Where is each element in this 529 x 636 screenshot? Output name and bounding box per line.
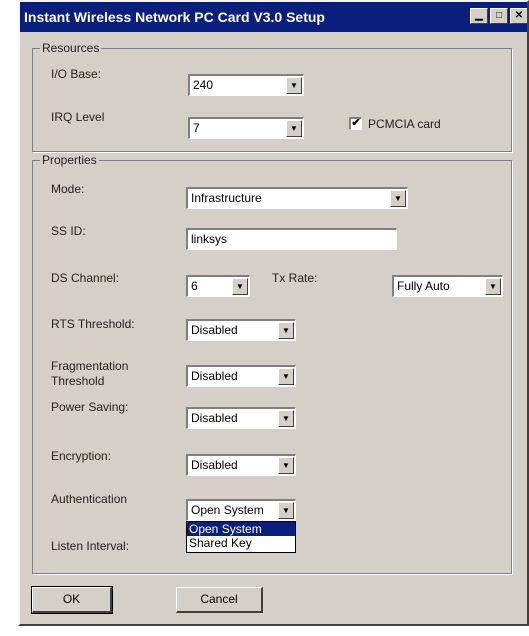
- close-icon: ✕: [514, 10, 524, 21]
- ds-channel-value: 6: [191, 279, 198, 293]
- pcmcia-label: PCMCIA card: [368, 117, 441, 131]
- mode-label: Mode:: [51, 182, 85, 196]
- maximize-icon: □: [495, 10, 503, 21]
- setup-window: Instant Wireless Network PC Card V3.0 Se…: [18, 0, 529, 626]
- authentication-dropdown-list: Open System Shared Key: [186, 521, 296, 553]
- rts-threshold-label: RTS Threshold:: [51, 317, 135, 331]
- maximize-button[interactable]: □: [490, 8, 508, 24]
- chevron-down-icon[interactable]: ▼: [286, 120, 302, 137]
- chevron-down-icon[interactable]: ▼: [232, 278, 248, 295]
- power-saving-label: Power Saving:: [51, 400, 129, 414]
- authentication-option-shared-key[interactable]: Shared Key: [187, 536, 295, 550]
- irq-level-select[interactable]: 7 ▼: [188, 117, 304, 139]
- minimize-button[interactable]: ▁: [470, 8, 488, 24]
- mode-value: Infrastructure: [191, 191, 262, 205]
- chevron-down-icon[interactable]: ▼: [278, 410, 294, 427]
- encryption-select[interactable]: Disabled ▼: [186, 454, 296, 476]
- chevron-down-icon[interactable]: ▼: [278, 368, 294, 385]
- io-base-label: I/O Base:: [51, 67, 102, 81]
- title-bar[interactable]: Instant Wireless Network PC Card V3.0 Se…: [20, 2, 527, 32]
- chevron-down-icon[interactable]: ▼: [278, 502, 294, 519]
- fragmentation-value: Disabled: [191, 369, 238, 383]
- power-saving-select[interactable]: Disabled ▼: [186, 407, 296, 429]
- fragmentation-label-line2: Threshold: [51, 374, 105, 388]
- power-saving-value: Disabled: [191, 411, 238, 425]
- io-base-value: 240: [193, 78, 214, 92]
- fragmentation-label-line1: Fragmentation: [51, 359, 129, 373]
- resources-group-label: Resources: [40, 41, 102, 55]
- chevron-down-icon[interactable]: ▼: [278, 457, 294, 474]
- ok-button[interactable]: OK: [31, 586, 113, 614]
- authentication-value: Open System: [191, 503, 264, 517]
- rts-threshold-value: Disabled: [191, 323, 238, 337]
- tx-rate-value: Fully Auto: [397, 279, 450, 293]
- authentication-label: Authentication: [51, 492, 128, 506]
- tx-rate-label: Tx Rate:: [272, 271, 318, 285]
- ds-channel-label: DS Channel:: [51, 271, 120, 285]
- ssid-label: SS ID:: [51, 224, 86, 238]
- chevron-down-icon[interactable]: ▼: [278, 322, 294, 339]
- chevron-down-icon[interactable]: ▼: [286, 77, 302, 94]
- authentication-option-open-system[interactable]: Open System: [187, 522, 295, 536]
- listen-interval-label: Listen Interval:: [51, 539, 130, 553]
- irq-level-value: 7: [193, 121, 200, 135]
- close-button[interactable]: ✕: [510, 8, 527, 24]
- authentication-select[interactable]: Open System ▼: [186, 499, 296, 521]
- minimize-icon: ▁: [475, 10, 483, 21]
- encryption-label: Encryption:: [51, 449, 112, 463]
- properties-group-label: Properties: [40, 153, 99, 167]
- tx-rate-select[interactable]: Fully Auto ▼: [392, 275, 503, 297]
- fragmentation-select[interactable]: Disabled ▼: [186, 365, 296, 387]
- window-title: Instant Wireless Network PC Card V3.0 Se…: [24, 9, 325, 25]
- encryption-value: Disabled: [191, 458, 238, 472]
- irq-level-label: IRQ Level: [51, 110, 105, 124]
- chevron-down-icon[interactable]: ▼: [390, 190, 406, 207]
- cancel-button[interactable]: Cancel: [176, 587, 263, 613]
- checkmark-icon: ✔: [351, 117, 361, 129]
- io-base-select[interactable]: 240 ▼: [188, 74, 304, 96]
- mode-select[interactable]: Infrastructure ▼: [186, 187, 408, 209]
- pcmcia-checkbox[interactable]: ✔: [349, 117, 362, 130]
- ds-channel-select[interactable]: 6 ▼: [186, 275, 250, 297]
- ssid-input[interactable]: linksys: [186, 228, 397, 250]
- chevron-down-icon[interactable]: ▼: [485, 278, 501, 295]
- rts-threshold-select[interactable]: Disabled ▼: [186, 319, 296, 341]
